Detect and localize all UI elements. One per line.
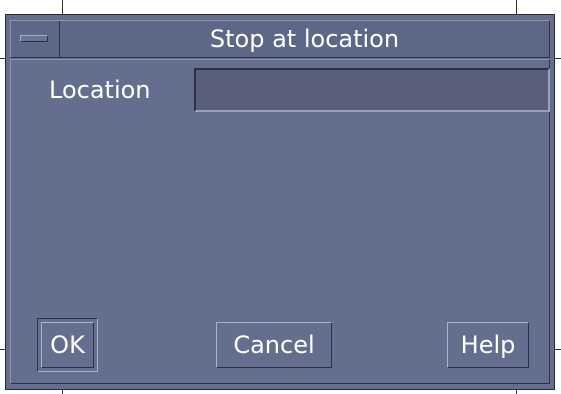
- window-menu-icon: [20, 35, 48, 42]
- resize-handle-bottom-right[interactable]: [516, 390, 517, 394]
- title-bar[interactable]: Stop at location: [10, 20, 550, 58]
- help-button[interactable]: Help: [447, 322, 529, 368]
- resize-handle-top-right[interactable]: [516, 0, 517, 14]
- resize-handle-top-left[interactable]: [62, 0, 63, 14]
- dialog-window: Stop at location Location OK Cancel Help: [5, 14, 555, 390]
- window-menu-button[interactable]: [11, 21, 60, 57]
- location-input[interactable]: [194, 68, 550, 112]
- window-title: Stop at location: [209, 25, 400, 53]
- resize-handle-right-bottom[interactable]: [555, 349, 561, 350]
- resize-handle-bottom-left[interactable]: [62, 390, 63, 394]
- cancel-button[interactable]: Cancel: [216, 322, 332, 368]
- dialog-content: Location OK Cancel Help: [10, 59, 550, 384]
- resize-handle-right-top[interactable]: [555, 58, 561, 59]
- ok-button[interactable]: OK: [37, 318, 98, 372]
- location-label: Location: [49, 76, 151, 104]
